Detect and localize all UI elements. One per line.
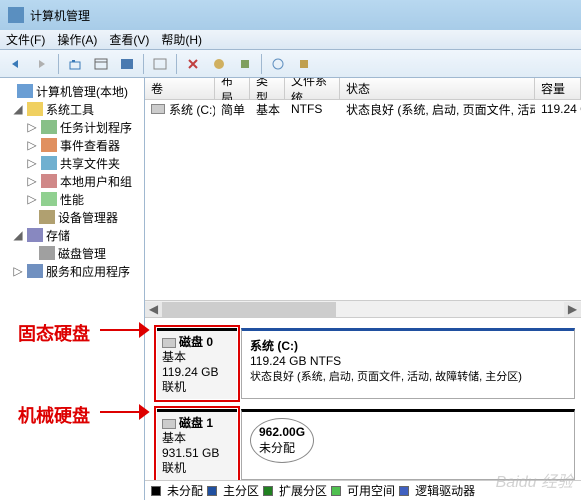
disk-0-partition-0[interactable]: 系统 (C:) 119.24 GB NTFS 状态良好 (系统, 启动, 页面文… (241, 328, 575, 399)
forward-button[interactable] (30, 53, 54, 75)
annotation-ssd: 固态硬盘 (18, 320, 90, 346)
volume-list: 系统 (C:) 简单 基本 NTFS 状态良好 (系统, 启动, 页面文件, 活… (145, 100, 581, 300)
action2-button[interactable] (233, 53, 257, 75)
volume-row[interactable]: 系统 (C:) 简单 基本 NTFS 状态良好 (系统, 启动, 页面文件, 活… (145, 100, 581, 118)
tree-system-tools[interactable]: ◢系统工具 (2, 100, 142, 118)
action3-button[interactable] (266, 53, 290, 75)
drive-icon (151, 104, 165, 114)
tree-services[interactable]: ▷服务和应用程序 (2, 262, 142, 280)
disk-1-info[interactable]: 磁盘 1 基本 931.51 GB 联机 (157, 409, 237, 480)
tree-device-manager[interactable]: 设备管理器 (2, 208, 142, 226)
refresh-button[interactable] (148, 53, 172, 75)
disk-icon (162, 338, 176, 348)
legend-logical: 逻辑驱动器 (415, 482, 475, 499)
help-button[interactable] (292, 53, 316, 75)
titlebar: 计算机管理 (0, 0, 581, 30)
column-headers: 卷 布局 类型 文件系统 状态 容量 (145, 78, 581, 100)
menu-view[interactable]: 查看(V) (109, 31, 149, 48)
col-volume[interactable]: 卷 (145, 78, 215, 99)
disk-icon (162, 419, 176, 429)
up-button[interactable] (63, 53, 87, 75)
properties-button[interactable] (89, 53, 113, 75)
horizontal-scrollbar[interactable]: ◀ ▶ (145, 300, 581, 317)
legend-primary: 主分区 (223, 482, 259, 499)
window-title: 计算机管理 (30, 7, 90, 24)
scroll-thumb[interactable] (162, 302, 336, 317)
legend-free: 可用空间 (347, 482, 395, 499)
scroll-right-arrow[interactable]: ▶ (564, 302, 581, 317)
app-icon (8, 7, 24, 23)
disk-row-0[interactable]: 磁盘 0 基本 119.24 GB 联机 系统 (C:) 119.24 GB N… (157, 328, 575, 399)
legend-unallocated: 未分配 (167, 482, 203, 499)
tree-disk-management[interactable]: 磁盘管理 (2, 244, 142, 262)
tree-task-scheduler[interactable]: ▷任务计划程序 (2, 118, 142, 136)
annotation-hdd: 机械硬盘 (18, 402, 90, 428)
annotation-arrow-hdd (100, 400, 150, 424)
legend-extended: 扩展分区 (279, 482, 327, 499)
col-layout[interactable]: 布局 (215, 78, 250, 99)
toolbar (0, 50, 581, 78)
console-button[interactable] (115, 53, 139, 75)
tree-performance[interactable]: ▷性能 (2, 190, 142, 208)
scroll-left-arrow[interactable]: ◀ (145, 302, 162, 317)
back-button[interactable] (4, 53, 28, 75)
nav-tree: 计算机管理(本地) ◢系统工具 ▷任务计划程序 ▷事件查看器 ▷共享文件夹 ▷本… (0, 78, 145, 500)
menu-file[interactable]: 文件(F) (6, 31, 45, 48)
tree-root[interactable]: 计算机管理(本地) (2, 82, 142, 100)
menu-action[interactable]: 操作(A) (57, 31, 97, 48)
watermark: Baidu 经验 (496, 468, 573, 492)
col-filesystem[interactable]: 文件系统 (285, 78, 340, 99)
annotation-arrow-ssd (100, 318, 150, 342)
menubar: 文件(F) 操作(A) 查看(V) 帮助(H) (0, 30, 581, 50)
col-capacity[interactable]: 容量 (535, 78, 581, 99)
disk-graphical-view: 磁盘 0 基本 119.24 GB 联机 系统 (C:) 119.24 GB N… (145, 317, 581, 480)
tree-shared-folders[interactable]: ▷共享文件夹 (2, 154, 142, 172)
action1-button[interactable] (207, 53, 231, 75)
disk-0-info[interactable]: 磁盘 0 基本 119.24 GB 联机 (157, 328, 237, 399)
col-type[interactable]: 类型 (250, 78, 285, 99)
tree-local-users[interactable]: ▷本地用户和组 (2, 172, 142, 190)
menu-help[interactable]: 帮助(H) (161, 31, 202, 48)
tree-event-viewer[interactable]: ▷事件查看器 (2, 136, 142, 154)
tree-storage[interactable]: ◢存储 (2, 226, 142, 244)
delete-button[interactable] (181, 53, 205, 75)
col-status[interactable]: 状态 (340, 78, 535, 99)
